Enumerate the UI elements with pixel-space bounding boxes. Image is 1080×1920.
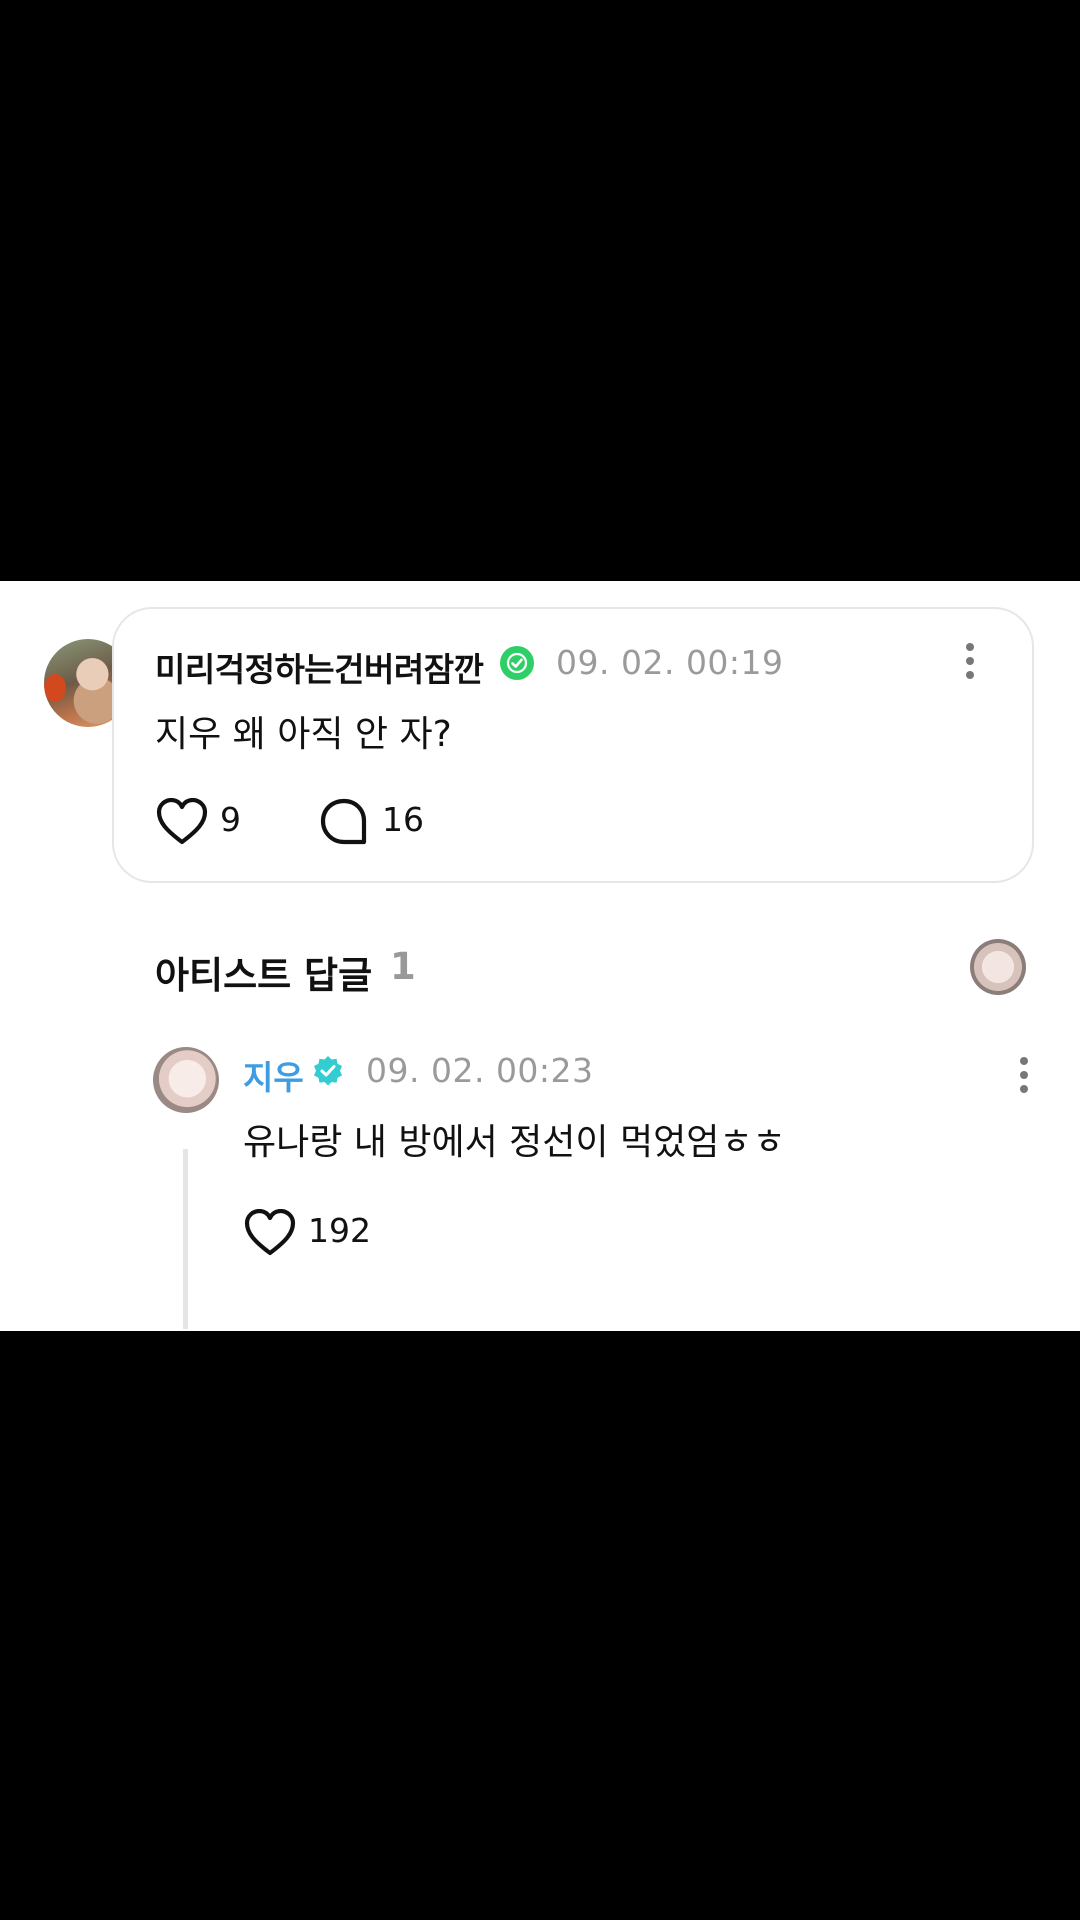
reply-like-count: 192 bbox=[308, 1211, 371, 1250]
reply-author-name[interactable]: 지우 bbox=[243, 1051, 304, 1099]
post-comment-count: 16 bbox=[382, 800, 424, 839]
post-timestamp: 09. 02. 00:19 bbox=[556, 643, 784, 682]
reply-author-avatar[interactable] bbox=[153, 1047, 219, 1113]
thread-line bbox=[183, 1149, 188, 1329]
verified-check-icon bbox=[500, 646, 534, 680]
artist-avatar-small[interactable] bbox=[970, 939, 1026, 995]
reply-text: 유나랑 내 방에서 정선이 먹었엄ㅎㅎ bbox=[243, 1122, 786, 1163]
speech-bubble-icon[interactable] bbox=[320, 798, 368, 846]
more-vertical-icon[interactable] bbox=[1017, 1057, 1031, 1097]
more-vertical-icon[interactable] bbox=[963, 643, 977, 683]
post-like-count: 9 bbox=[220, 800, 241, 839]
artist-reply-section-title: 아티스트 답글 bbox=[155, 954, 373, 997]
post-text: 지우 왜 아직 안 자? bbox=[155, 714, 452, 755]
heart-icon[interactable] bbox=[244, 1209, 296, 1257]
post-author-name[interactable]: 미리걱정하는건버려잠깐 bbox=[155, 643, 484, 691]
artist-verified-icon bbox=[314, 1056, 342, 1086]
comment-panel: 미리걱정하는건버려잠깐 09. 02. 00:19 지우 왜 아직 안 자? 9… bbox=[0, 581, 1080, 1331]
artist-reply-count: 1 bbox=[390, 945, 416, 988]
heart-icon[interactable] bbox=[156, 798, 208, 846]
reply-timestamp: 09. 02. 00:23 bbox=[366, 1051, 594, 1090]
